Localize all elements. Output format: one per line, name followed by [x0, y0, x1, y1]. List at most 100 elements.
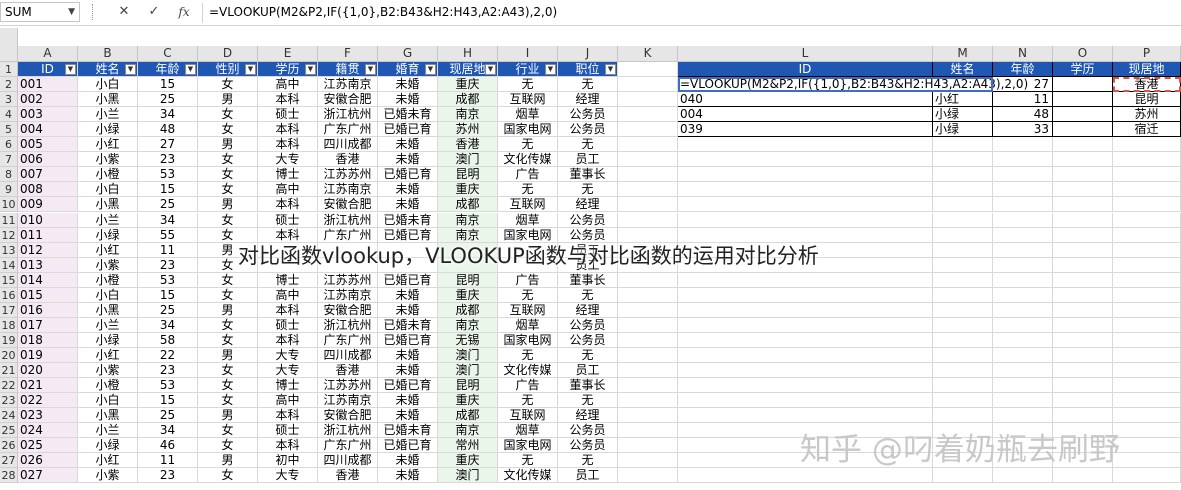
- table1-cell[interactable]: 硕士: [258, 317, 318, 333]
- table1-cell[interactable]: 无锡: [438, 332, 498, 348]
- table1-cell[interactable]: 香港: [318, 363, 378, 379]
- column-header-d[interactable]: D: [198, 46, 258, 62]
- table1-cell[interactable]: 浙江杭州: [318, 317, 378, 333]
- row-header[interactable]: 17: [0, 302, 18, 318]
- table1-cell[interactable]: 员工: [558, 468, 618, 484]
- empty-cell[interactable]: [933, 257, 993, 273]
- table1-cell[interactable]: 本科: [258, 122, 318, 138]
- table1-cell[interactable]: 已婚已育: [378, 122, 438, 138]
- table1-cell[interactable]: 公务员: [558, 438, 618, 454]
- table1-cell[interactable]: 小紫: [78, 363, 138, 379]
- table1-cell[interactable]: 小白: [78, 393, 138, 409]
- table1-cell[interactable]: 23: [138, 152, 198, 168]
- table1-cell[interactable]: 董事长: [558, 167, 618, 183]
- table1-cell[interactable]: 公务员: [558, 107, 618, 123]
- filter-dropdown-icon[interactable]: ▼: [545, 64, 556, 75]
- empty-cell[interactable]: [1113, 182, 1181, 198]
- column-header-i[interactable]: I: [498, 46, 558, 62]
- empty-cell[interactable]: [1053, 317, 1113, 333]
- row-header[interactable]: 21: [0, 363, 18, 379]
- table1-cell[interactable]: 本科: [258, 332, 318, 348]
- table2-cell[interactable]: [1053, 107, 1113, 123]
- table1-cell[interactable]: 无: [558, 347, 618, 363]
- column-header-f[interactable]: F: [318, 46, 378, 62]
- empty-cell[interactable]: [1113, 423, 1181, 439]
- table2-header-cell[interactable]: 学历: [1053, 62, 1113, 78]
- empty-cell[interactable]: [1053, 332, 1113, 348]
- table1-cell[interactable]: 未婚: [378, 137, 438, 153]
- table1-cell[interactable]: 019: [18, 347, 78, 363]
- table1-cell[interactable]: 未婚: [378, 363, 438, 379]
- table1-cell[interactable]: 016: [18, 302, 78, 318]
- table1-cell[interactable]: 小红: [78, 347, 138, 363]
- table2-cell[interactable]: 004: [678, 107, 933, 123]
- table1-cell[interactable]: 小紫: [78, 257, 138, 273]
- empty-cell[interactable]: [618, 378, 678, 394]
- table1-cell[interactable]: 博士: [258, 272, 318, 288]
- row-header[interactable]: 9: [0, 182, 18, 198]
- table1-cell[interactable]: 互联网: [498, 197, 558, 213]
- empty-cell[interactable]: [1113, 152, 1181, 168]
- table1-cell[interactable]: 本科: [258, 137, 318, 153]
- table1-cell[interactable]: 女: [198, 317, 258, 333]
- empty-cell[interactable]: [618, 423, 678, 439]
- table1-cell[interactable]: 无: [498, 77, 558, 93]
- table1-cell[interactable]: 澳门: [438, 468, 498, 484]
- table1-cell[interactable]: 小兰: [78, 317, 138, 333]
- table1-cell[interactable]: 广东广州: [318, 438, 378, 454]
- table1-cell[interactable]: 未婚: [378, 393, 438, 409]
- table1-header-cell[interactable]: 婚育 ▼: [378, 62, 438, 78]
- empty-cell[interactable]: [618, 272, 678, 288]
- table1-cell[interactable]: 未婚: [378, 287, 438, 303]
- table1-cell[interactable]: 大专: [258, 363, 318, 379]
- empty-cell[interactable]: [618, 197, 678, 213]
- table1-cell[interactable]: 001: [18, 77, 78, 93]
- table1-cell[interactable]: 无: [558, 393, 618, 409]
- table1-cell[interactable]: 未婚: [378, 408, 438, 424]
- empty-cell[interactable]: [993, 317, 1053, 333]
- table1-cell[interactable]: 25: [138, 302, 198, 318]
- empty-cell[interactable]: [1113, 468, 1181, 484]
- table1-cell[interactable]: 董事长: [558, 378, 618, 394]
- table1-header-cell[interactable]: 籍贯 ▼: [318, 62, 378, 78]
- empty-cell[interactable]: [1053, 212, 1113, 228]
- empty-cell[interactable]: [618, 332, 678, 348]
- table1-cell[interactable]: 高中: [258, 182, 318, 198]
- table1-cell[interactable]: 文化传媒: [498, 363, 558, 379]
- table1-cell[interactable]: 互联网: [498, 408, 558, 424]
- empty-cell[interactable]: [1053, 347, 1113, 363]
- table1-header-cell[interactable]: 职位 ▼: [558, 62, 618, 78]
- table1-cell[interactable]: 文化传媒: [498, 152, 558, 168]
- table1-cell[interactable]: 烟草: [498, 423, 558, 439]
- table1-cell[interactable]: 已婚已育: [378, 438, 438, 454]
- table1-cell[interactable]: 女: [198, 438, 258, 454]
- row-header[interactable]: 27: [0, 453, 18, 469]
- empty-cell[interactable]: [1113, 408, 1181, 424]
- row-header[interactable]: 1: [0, 62, 18, 78]
- table1-cell[interactable]: 小橙: [78, 378, 138, 394]
- empty-cell[interactable]: [1053, 182, 1113, 198]
- table1-cell[interactable]: 成都: [438, 408, 498, 424]
- row-header[interactable]: 18: [0, 317, 18, 333]
- empty-cell[interactable]: [1113, 332, 1181, 348]
- table1-cell[interactable]: 女: [198, 363, 258, 379]
- table1-cell[interactable]: 硕士: [258, 423, 318, 439]
- empty-cell[interactable]: [933, 317, 993, 333]
- table2-cell[interactable]: 小红: [933, 92, 993, 108]
- table1-cell[interactable]: 已婚未育: [378, 423, 438, 439]
- table1-cell[interactable]: 无: [558, 182, 618, 198]
- table1-cell[interactable]: 无: [498, 137, 558, 153]
- table1-cell[interactable]: 公务员: [558, 212, 618, 228]
- table1-cell[interactable]: 25: [138, 408, 198, 424]
- table1-cell[interactable]: 香港: [318, 152, 378, 168]
- table1-cell[interactable]: 55: [138, 227, 198, 243]
- empty-cell[interactable]: [993, 287, 1053, 303]
- table1-cell[interactable]: 江苏苏州: [318, 272, 378, 288]
- column-header-a[interactable]: A: [18, 46, 78, 62]
- table1-cell[interactable]: 互联网: [498, 92, 558, 108]
- table2-header-cell[interactable]: 年龄: [993, 62, 1053, 78]
- table1-cell[interactable]: 已婚未育: [378, 107, 438, 123]
- empty-cell[interactable]: [1113, 137, 1181, 153]
- column-header-b[interactable]: B: [78, 46, 138, 62]
- table1-cell[interactable]: 女: [198, 468, 258, 484]
